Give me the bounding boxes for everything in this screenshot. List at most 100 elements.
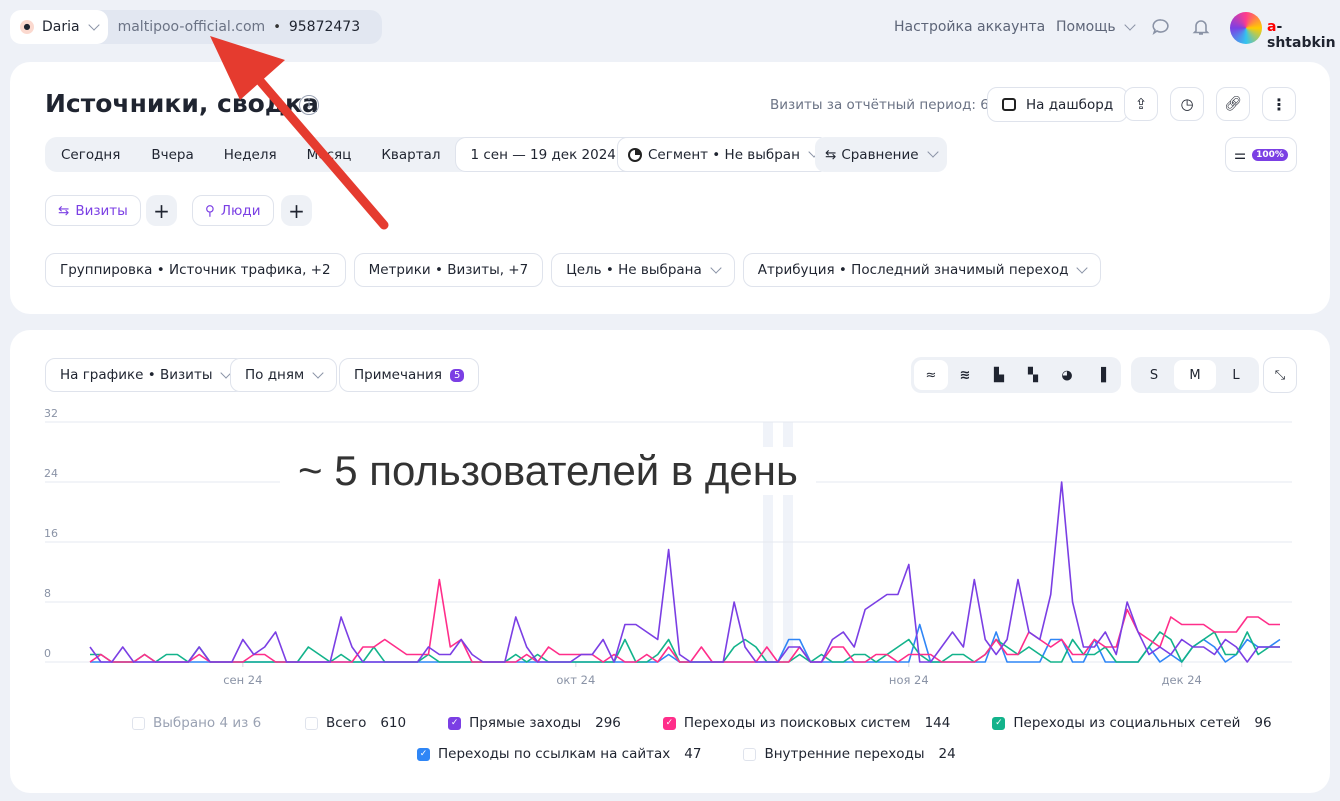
help-menu[interactable]: Помощь [1056,18,1136,35]
info-icon[interactable]: i [299,95,319,115]
legend-item[interactable]: Внутренние переходы 24 [743,746,956,762]
chevron-down-icon [1076,261,1089,274]
export-button[interactable]: ⇪ [1124,87,1158,121]
period-today[interactable]: Сегодня [45,138,136,172]
goal-filter[interactable]: Цель • Не выбрана [551,253,735,287]
plus-icon: + [153,198,170,223]
legend-label: Внутренние переходы [764,746,925,762]
goal-label: Цель • Не выбрана [566,262,702,278]
period-month[interactable]: Месяц [292,138,367,172]
x-tick-label: окт 24 [556,673,595,687]
tab-people-label: Люди [220,202,261,219]
size-l[interactable]: L [1216,360,1256,390]
user-selector[interactable]: ● Daria [10,10,108,44]
chevron-down-icon [87,18,100,31]
legend-row: ✓ Переходы по ссылкам на сайтах 47 Внутренн… [417,746,956,762]
legend-item[interactable]: ✓ Прямые заходы 296 [448,715,621,731]
counter-selector[interactable]: ● Daria maltipoo-official.com • 95872473 [10,10,383,44]
period-yesterday[interactable]: Вчера [136,138,208,172]
legend-label: Всего [326,715,367,731]
pie-chart-icon[interactable]: ◕ [1050,360,1084,390]
y-tick-label: 0 [44,647,51,660]
chevron-down-icon [926,146,939,158]
bell-icon[interactable] [1192,18,1210,36]
report-header-card: Источники, сводка i Визиты за отчётный п… [10,62,1330,314]
x-tick-label: дек 24 [1162,673,1202,687]
attribution-label: Атрибуция • Последний значимый переход [757,262,1069,278]
avatar[interactable] [1230,12,1262,44]
segment-label: Сегмент • Не выбран [648,146,800,163]
share-link-button[interactable]: 🔗︎ [1216,87,1250,121]
add-visits-metric-button[interactable]: + [146,195,177,226]
line-chart-icon[interactable]: ≈ [914,360,948,390]
sampling-settings-button[interactable]: ⚌ 100% [1225,137,1297,172]
checkbox[interactable]: ✓ [417,747,430,761]
period-week[interactable]: Неделя [209,138,292,172]
chart-metric-label: На графике • Визиты [60,367,213,383]
collapse-button[interactable]: ⤡ [1263,357,1297,393]
link-icon: 🔗︎ [1224,96,1242,112]
history-button[interactable]: ◷ [1170,87,1204,121]
checkbox[interactable] [743,747,757,761]
grouping-filter[interactable]: Группировка • Источник трафика, +2 [45,253,346,287]
metrics-filter[interactable]: Метрики • Визиты, +7 [353,253,544,287]
segment-selector[interactable]: Сегмент • Не выбран [617,137,829,172]
chevron-down-icon [710,261,722,274]
legend-item[interactable]: ✓ Переходы по ссылкам на сайтах 47 [417,746,701,762]
clock-icon: ◷ [1180,95,1194,113]
legend-selected-count[interactable]: Выбрано 4 из 6 [132,715,261,731]
chat-icon[interactable] [1152,18,1170,36]
checkbox[interactable] [305,716,318,730]
bar-chart-icon[interactable]: ▙ [982,360,1016,390]
chevron-down-icon [312,366,324,379]
legend-item[interactable]: ✓ Переходы из поисковых систем 144 [662,715,951,731]
granularity-label: По дням [245,367,305,383]
chevron-down-icon [1124,18,1136,31]
notes-button[interactable]: Примечания 5 [339,358,480,392]
legend-item[interactable]: Всего 610 [305,715,406,731]
stacked-area-icon[interactable]: ≋ [948,360,982,390]
attribution-filter[interactable]: Атрибуция • Последний значимый переход [742,253,1102,287]
user-name: Daria [42,19,80,35]
more-button[interactable]: ⋮ [1262,87,1296,121]
annotation-text: ~ 5 пользователей в день [280,447,816,495]
checkbox[interactable] [132,716,145,730]
dashboard-label: На дашборд [1026,96,1114,113]
comparison-selector[interactable]: ⇆ Сравнение [815,137,947,172]
collapse-icon: ⤡ [1274,367,1286,383]
checkbox[interactable]: ✓ [992,716,1006,730]
date-range-label: 1 сен — 19 дек 2024 [470,146,616,163]
checkbox[interactable]: ✓ [448,716,462,730]
x-tick-label: сен 24 [223,673,262,687]
tab-visits[interactable]: ⇆ Визиты [45,195,141,226]
legend-value: 296 [595,715,621,731]
column-chart-icon[interactable]: ▐ [1084,360,1118,390]
period-quarter[interactable]: Квартал [366,138,455,172]
stacked-bar-icon[interactable]: ▚ [1016,360,1050,390]
legend-value: 144 [924,715,951,731]
y-tick-label: 16 [44,527,58,540]
legend-selected-label: Выбрано 4 из 6 [153,715,262,731]
series-line-0 [89,481,1280,663]
y-tick-label: 24 [44,467,58,480]
chart-metric-selector[interactable]: На графике • Визиты [45,358,246,392]
size-m[interactable]: M [1174,360,1216,390]
username-rest: -shtabkin [1267,19,1336,51]
visits-total: Визиты за отчётный период: 610 [770,97,1007,113]
person-icon: ⚲ [205,202,215,219]
username[interactable]: a-shtabkin [1267,19,1340,51]
add-people-metric-button[interactable]: + [281,195,312,226]
add-to-dashboard-button[interactable]: На дашборд [987,87,1129,122]
more-vertical-icon: ⋮ [1271,94,1287,114]
size-s[interactable]: S [1134,360,1174,390]
legend-item[interactable]: ✓ Переходы из социальных сетей 96 [992,715,1272,731]
legend-value: 47 [684,746,702,762]
account-settings-link[interactable]: Настройка аккаунта [894,19,1045,35]
tab-people[interactable]: ⚲ Люди [192,195,274,226]
x-tick-label: ноя 24 [889,673,929,687]
legend-value: 96 [1254,715,1272,731]
granularity-selector[interactable]: По дням [230,358,338,392]
checkbox[interactable]: ✓ [662,716,676,730]
dashboard-icon [1002,98,1016,111]
legend-label: Переходы по ссылкам на сайтах [438,746,671,762]
